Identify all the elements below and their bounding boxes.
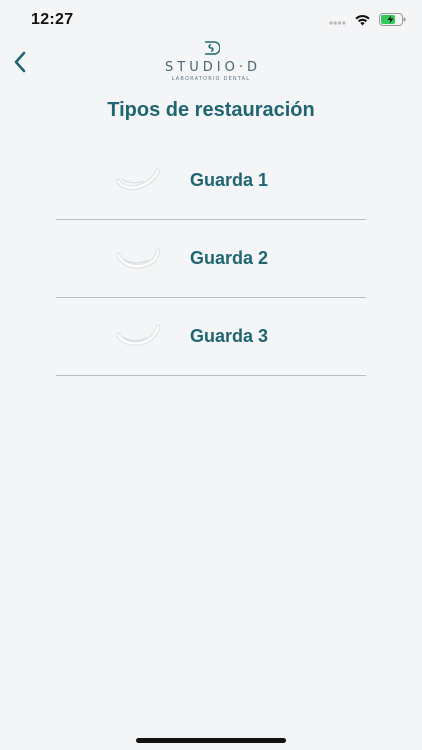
battery-icon	[379, 13, 406, 26]
list-item-guarda-3[interactable]: Guarda 3	[56, 298, 366, 376]
signal-icon	[329, 21, 346, 25]
logo-mark-icon	[205, 41, 220, 55]
mouthguard-icon	[116, 248, 160, 269]
list-item-guarda-1[interactable]: Guarda 1	[56, 142, 366, 220]
list-item-label: Guarda 1	[190, 170, 269, 190]
list-item-guarda-2[interactable]: Guarda 2	[56, 220, 366, 298]
status-time: 12:27	[31, 11, 74, 28]
status-bar: 12:27	[0, 0, 422, 40]
list-item-label: Guarda 2	[190, 248, 269, 268]
status-icons	[329, 13, 406, 26]
mouthguard-icon	[116, 168, 160, 191]
page-title: Tipos de restauración	[107, 99, 315, 121]
restoration-list: Guarda 1 Guarda 2 Guarda 3	[56, 142, 366, 376]
wifi-icon	[355, 14, 370, 25]
brand-subtitle: LABORATORIO DENTAL	[171, 76, 251, 82]
nav-bar: STUDIO·D LABORATORIO DENTAL	[0, 40, 422, 86]
home-indicator	[136, 738, 286, 743]
logo: STUDIO·D LABORATORIO DENTAL	[0, 40, 422, 82]
brand-name: STUDIO·D	[165, 60, 261, 75]
mouthguard-icon	[116, 324, 160, 346]
list-item-label: Guarda 3	[190, 326, 269, 346]
